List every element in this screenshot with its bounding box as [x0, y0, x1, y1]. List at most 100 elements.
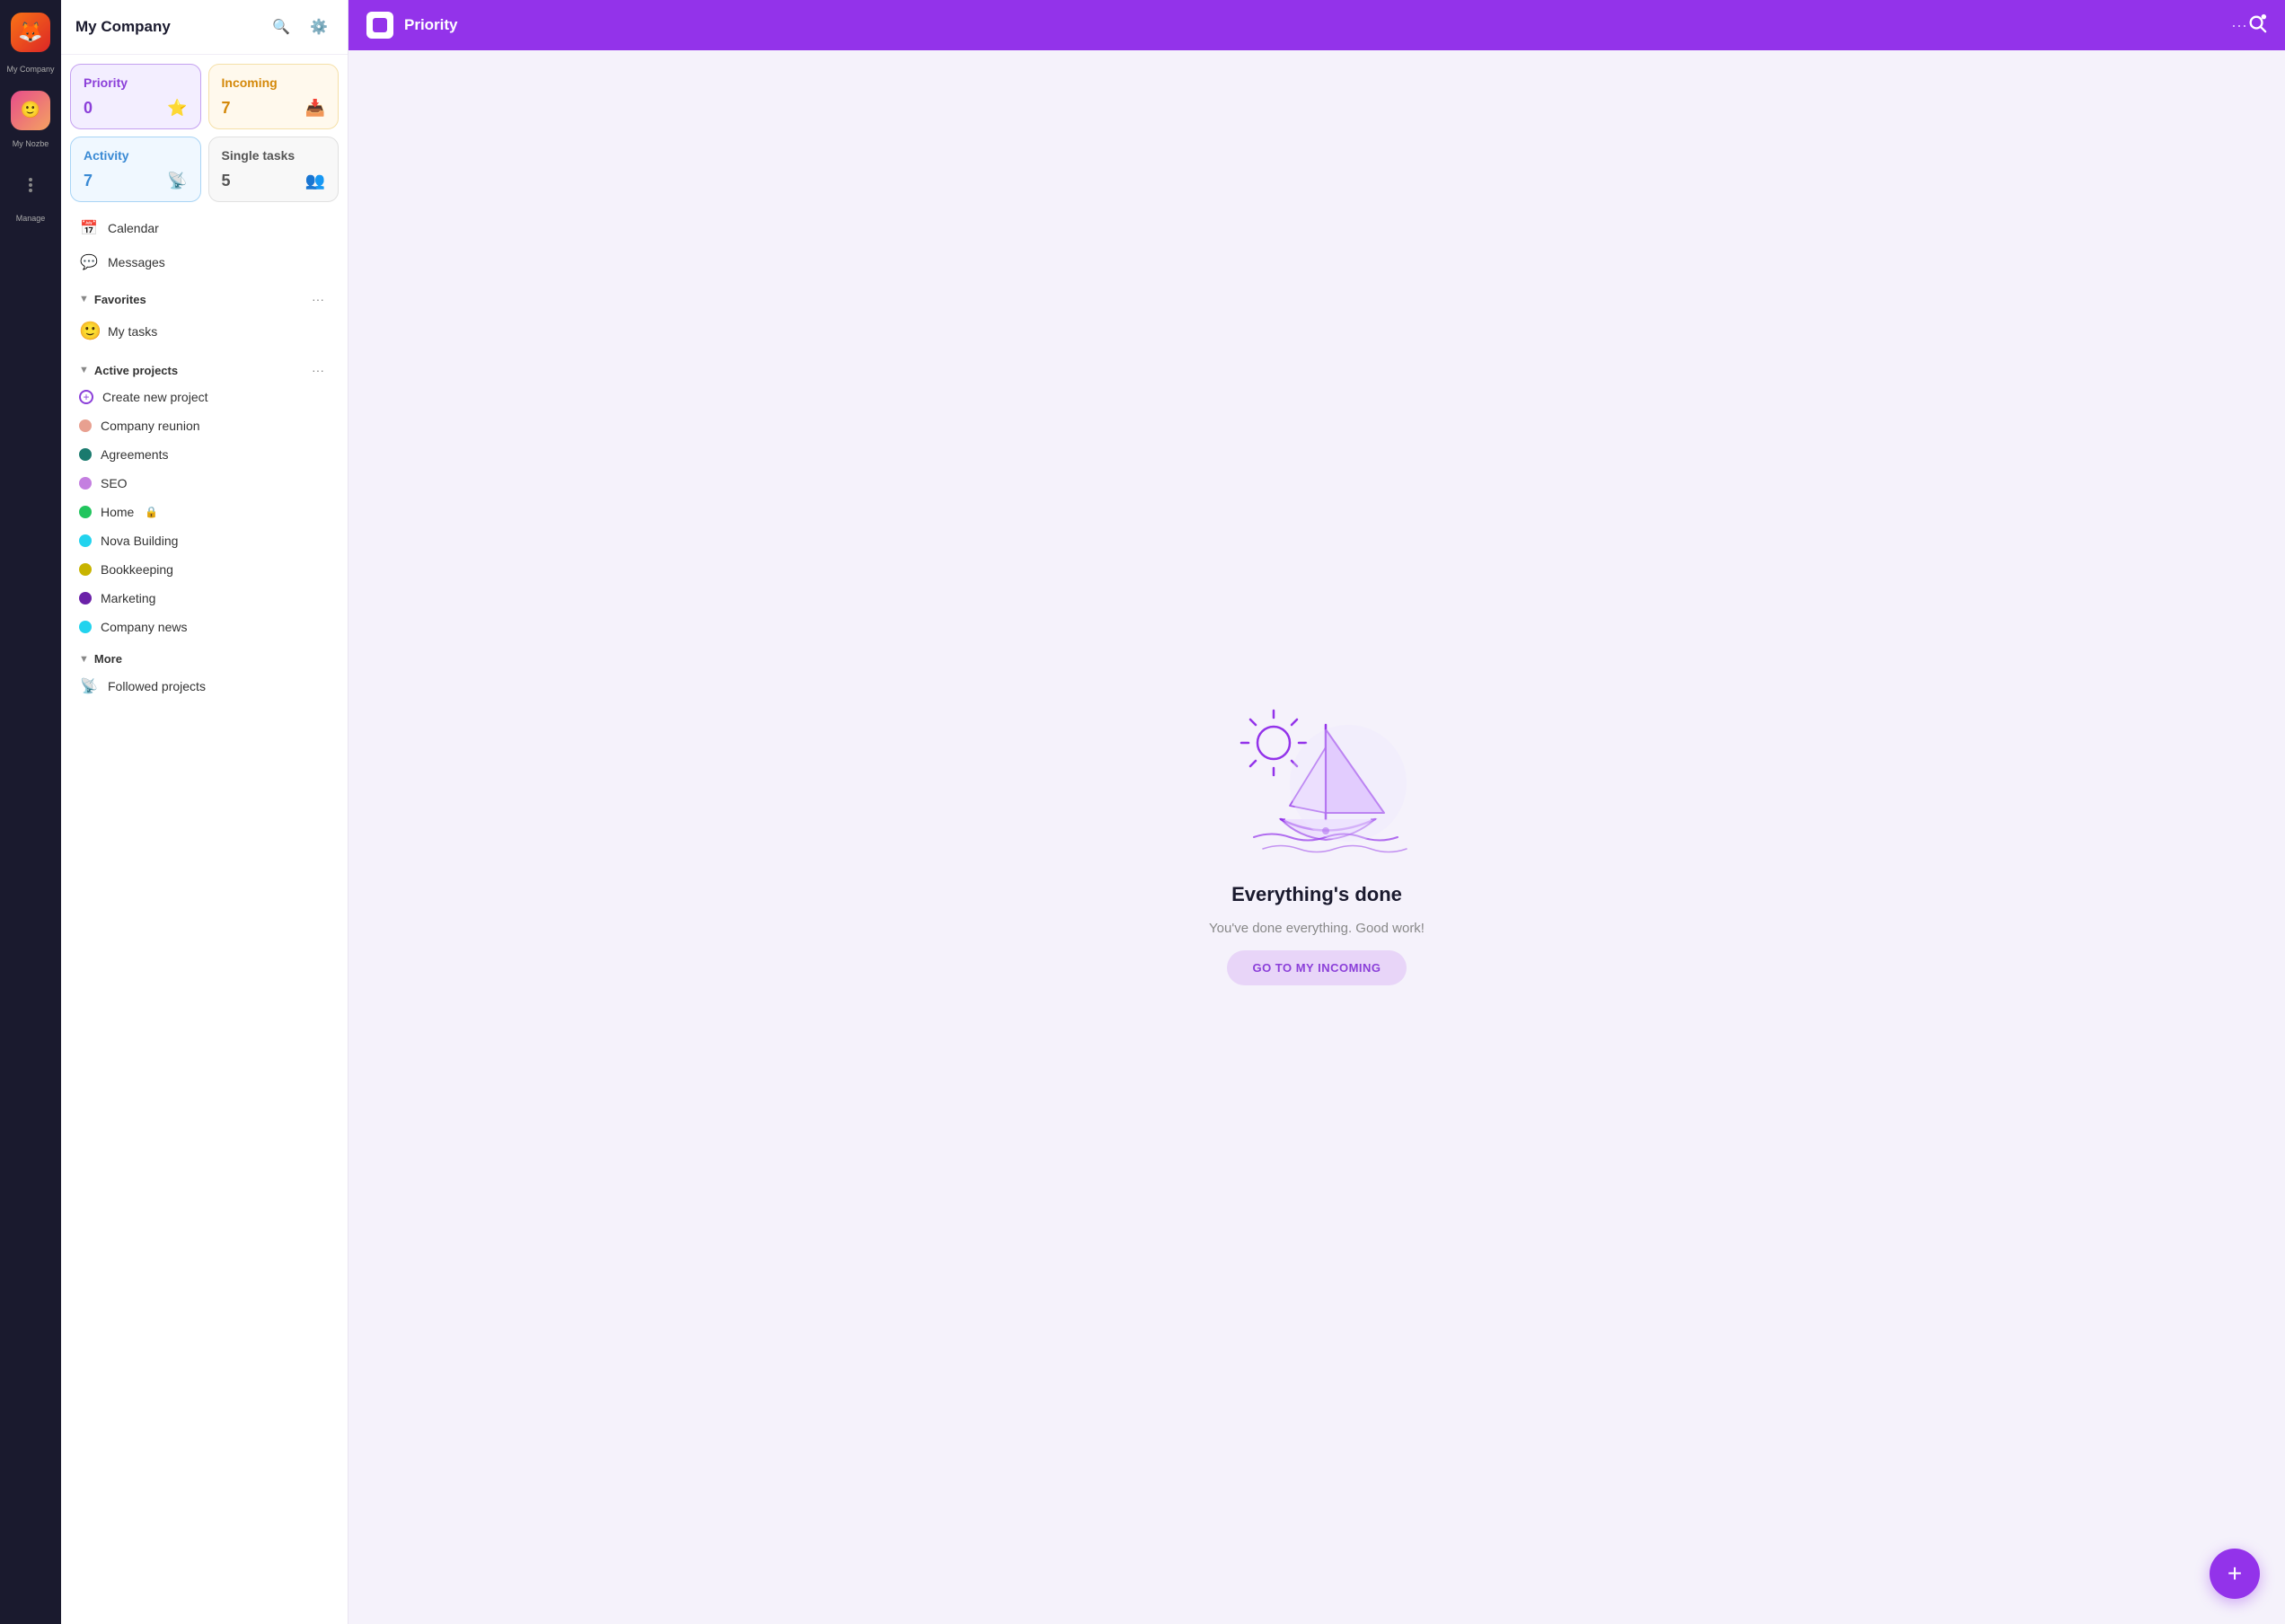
project-home[interactable]: Home 🔒 — [70, 498, 339, 526]
card-single-tasks-count: 5 — [222, 172, 231, 190]
card-incoming-footer: 7 📥 — [222, 99, 326, 118]
topbar-title: Priority — [404, 16, 2224, 34]
topbar: Priority ··· — [348, 0, 2285, 50]
favorites-chevron-icon: ▼ — [79, 294, 89, 304]
project-company-reunion[interactable]: Company reunion — [70, 411, 339, 440]
nav-calendar[interactable]: 📅 Calendar — [70, 211, 339, 245]
sidebar: My Company 🔍 ⚙️ Priority 0 ⭐ Incoming 7 … — [61, 0, 348, 1624]
empty-state-title: Everything's done — [1231, 883, 1402, 906]
activity-feed-icon: 📡 — [167, 172, 187, 190]
topbar-search-button[interactable] — [2247, 13, 2267, 38]
sailboat-illustration — [1209, 689, 1425, 869]
cards-grid: Priority 0 ⭐ Incoming 7 📥 Activity 7 📡 — [70, 64, 339, 202]
followed-projects-icon: 📡 — [79, 677, 99, 695]
project-dot-bookkeeping — [79, 563, 92, 576]
topbar-logo — [366, 12, 393, 39]
card-incoming-label: Incoming — [222, 75, 326, 90]
single-tasks-icon: 👥 — [305, 172, 325, 190]
active-projects-section-header: ▼ Active projects ··· — [70, 354, 339, 383]
card-single-tasks-label: Single tasks — [222, 148, 326, 163]
more-section-header: ▼ More — [70, 645, 339, 669]
create-new-project-label: Create new project — [102, 390, 208, 404]
more-section-label: More — [94, 652, 122, 666]
nav-calendar-label: Calendar — [108, 221, 159, 235]
goto-incoming-button[interactable]: GO TO MY INCOMING — [1227, 950, 1406, 985]
my-nozbe-item[interactable]: 🙂 — [7, 87, 54, 134]
project-dot-seo — [79, 477, 92, 490]
card-activity-label: Activity — [84, 148, 188, 163]
card-single-tasks[interactable]: Single tasks 5 👥 — [208, 137, 340, 202]
more-header-left: ▼ More — [79, 652, 122, 666]
project-label-company-news: Company news — [101, 620, 188, 634]
icon-bar: 🦊 My Company 🙂 My Nozbe Manage — [0, 0, 61, 1624]
card-priority-count: 0 — [84, 99, 93, 118]
favorites-more-button[interactable]: ··· — [306, 290, 330, 308]
project-dot-company-news — [79, 621, 92, 633]
card-priority-footer: 0 ⭐ — [84, 99, 188, 118]
calendar-icon: 📅 — [79, 219, 99, 237]
project-nova-building[interactable]: Nova Building — [70, 526, 339, 555]
project-label-home: Home — [101, 505, 134, 519]
card-priority[interactable]: Priority 0 ⭐ — [70, 64, 201, 129]
search-button[interactable]: 🔍 — [267, 13, 296, 41]
create-new-project-item[interactable]: Create new project — [70, 383, 339, 411]
favorites-header-left: ▼ Favorites — [79, 293, 146, 306]
project-dot-marketing — [79, 592, 92, 605]
project-label-marketing: Marketing — [101, 591, 155, 605]
manage-item[interactable] — [7, 162, 54, 208]
project-agreements[interactable]: Agreements — [70, 440, 339, 469]
nav-messages[interactable]: 💬 Messages — [70, 245, 339, 279]
favorites-section-header: ▼ Favorites ··· — [70, 283, 339, 312]
my-tasks-item[interactable]: 🙂 My tasks — [70, 312, 339, 350]
card-single-tasks-footer: 5 👥 — [222, 172, 326, 190]
active-projects-header-left: ▼ Active projects — [79, 364, 178, 377]
project-dot-company-reunion — [79, 419, 92, 432]
manage-label: Manage — [4, 214, 57, 224]
active-projects-chevron-icon: ▼ — [79, 365, 89, 375]
project-label-company-reunion: Company reunion — [101, 419, 200, 433]
workspace-avatar[interactable]: 🦊 — [7, 9, 54, 56]
followed-projects-item[interactable]: 📡 Followed projects — [70, 669, 339, 703]
my-nozbe-label: My Nozbe — [4, 139, 57, 149]
project-bookkeeping[interactable]: Bookkeeping — [70, 555, 339, 584]
sidebar-header: My Company 🔍 ⚙️ — [61, 0, 348, 55]
home-lock-icon: 🔒 — [145, 506, 158, 518]
active-projects-more-button[interactable]: ··· — [306, 361, 330, 379]
project-dot-agreements — [79, 448, 92, 461]
nav-messages-label: Messages — [108, 255, 165, 269]
active-projects-label: Active projects — [94, 364, 178, 377]
card-activity-count: 7 — [84, 172, 93, 190]
messages-icon: 💬 — [79, 253, 99, 271]
project-dot-home — [79, 506, 92, 518]
project-marketing[interactable]: Marketing — [70, 584, 339, 613]
card-incoming-count: 7 — [222, 99, 231, 118]
card-activity[interactable]: Activity 7 📡 — [70, 137, 201, 202]
project-seo[interactable]: SEO — [70, 469, 339, 498]
project-label-bookkeeping: Bookkeeping — [101, 562, 173, 577]
empty-state-subtitle: You've done everything. Good work! — [1209, 921, 1425, 936]
sidebar-title: My Company — [75, 18, 171, 36]
project-dot-nova-building — [79, 534, 92, 547]
my-tasks-avatar-icon: 🙂 — [79, 320, 99, 342]
card-incoming[interactable]: Incoming 7 📥 — [208, 64, 340, 129]
project-label-seo: SEO — [101, 476, 128, 490]
followed-projects-label: Followed projects — [108, 679, 206, 693]
favorites-label: Favorites — [94, 293, 146, 306]
project-company-news[interactable]: Company news — [70, 613, 339, 641]
settings-button[interactable]: ⚙️ — [304, 13, 333, 41]
workspace-label: My Company — [4, 65, 57, 75]
priority-star-icon: ⭐ — [167, 99, 187, 118]
my-tasks-label: My tasks — [108, 324, 157, 339]
main-body: Everything's done You've done everything… — [348, 50, 2285, 1624]
topbar-logo-icon — [373, 18, 387, 32]
main-content: Priority ··· — [348, 0, 2285, 1624]
create-project-plus-icon — [79, 390, 93, 404]
card-priority-label: Priority — [84, 75, 188, 90]
card-activity-footer: 7 📡 — [84, 172, 188, 190]
sidebar-content: Priority 0 ⭐ Incoming 7 📥 Activity 7 📡 — [61, 55, 348, 1624]
project-label-nova-building: Nova Building — [101, 534, 178, 548]
fab-add-button[interactable]: + — [2210, 1549, 2260, 1599]
topbar-more-button[interactable]: ··· — [2231, 16, 2247, 35]
empty-state: Everything's done You've done everything… — [1209, 689, 1425, 985]
more-chevron-icon: ▼ — [79, 654, 89, 665]
